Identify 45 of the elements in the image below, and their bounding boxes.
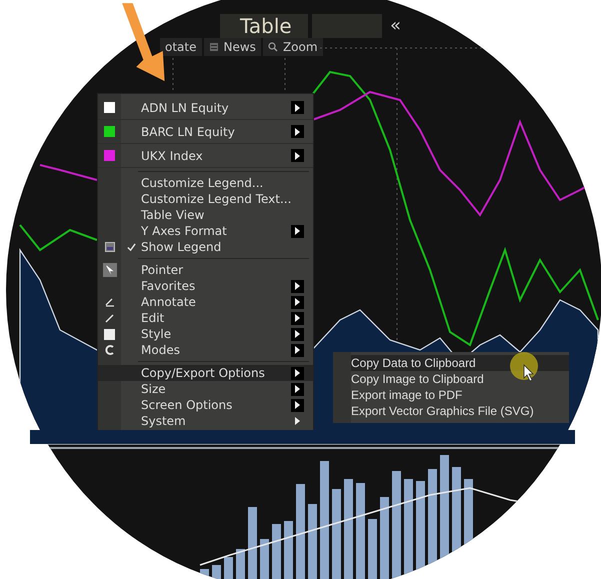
cursor-icon: [523, 364, 535, 382]
pointer-icon: [102, 263, 116, 277]
style-icon: [104, 328, 115, 340]
legend-icon: [104, 242, 114, 252]
menu-item[interactable]: Screen Options: [98, 397, 313, 413]
pencil-icon: [104, 313, 114, 323]
chart-bar: [284, 521, 293, 579]
toolbar-button[interactable]: otate: [160, 38, 202, 56]
menu-item[interactable]: Edit: [98, 310, 313, 326]
menu-item[interactable]: Modes: [98, 342, 313, 358]
chart-bar: [224, 557, 233, 579]
menu-item[interactable]: Customize Legend...: [98, 175, 313, 191]
menu-item[interactable]: Table View: [98, 207, 313, 223]
toolbar-button[interactable]: Zoom: [262, 38, 323, 56]
menu-item[interactable]: Annotate: [98, 294, 313, 310]
toolbar-button[interactable]: News: [204, 38, 261, 56]
chart-bar: [236, 549, 245, 579]
chart-bar: [368, 519, 377, 579]
menu-item[interactable]: Size: [98, 381, 313, 397]
news-icon: [208, 42, 218, 52]
chart-bar: [200, 569, 209, 579]
chart-bar: [272, 524, 281, 579]
menu-item[interactable]: Favorites: [98, 278, 313, 294]
menu-item[interactable]: Export Vector Graphics File (SVG): [351, 403, 569, 419]
menu-item[interactable]: Copy Image to Clipboard: [351, 371, 569, 387]
table-tab[interactable]: Table: [220, 14, 308, 38]
collapse-button[interactable]: «: [386, 14, 406, 38]
series-line: [40, 164, 98, 181]
search-icon: [268, 42, 278, 52]
menu-item[interactable]: Pointer: [98, 262, 313, 278]
mode-icon: [104, 345, 114, 355]
menu-item[interactable]: Copy/Export Options: [98, 365, 313, 381]
menu-item[interactable]: Customize Legend Text...: [98, 191, 313, 207]
chart-bar: [248, 507, 257, 579]
chart-bar: [260, 539, 269, 579]
menu-item[interactable]: Y Axes Format: [98, 223, 313, 239]
menu-item[interactable]: BARC LN Equity: [98, 120, 313, 144]
menu-item[interactable]: System: [98, 413, 313, 429]
menu-item[interactable]: UKX Index: [98, 144, 313, 168]
menu-item[interactable]: ADN LN Equity: [98, 96, 313, 120]
pen-icon: [104, 297, 114, 307]
menu-item[interactable]: Export image to PDF: [351, 387, 569, 403]
chart-bar: [212, 565, 221, 579]
menu-item[interactable]: Style: [98, 326, 313, 342]
menu-item[interactable]: Show Legend: [98, 239, 313, 255]
